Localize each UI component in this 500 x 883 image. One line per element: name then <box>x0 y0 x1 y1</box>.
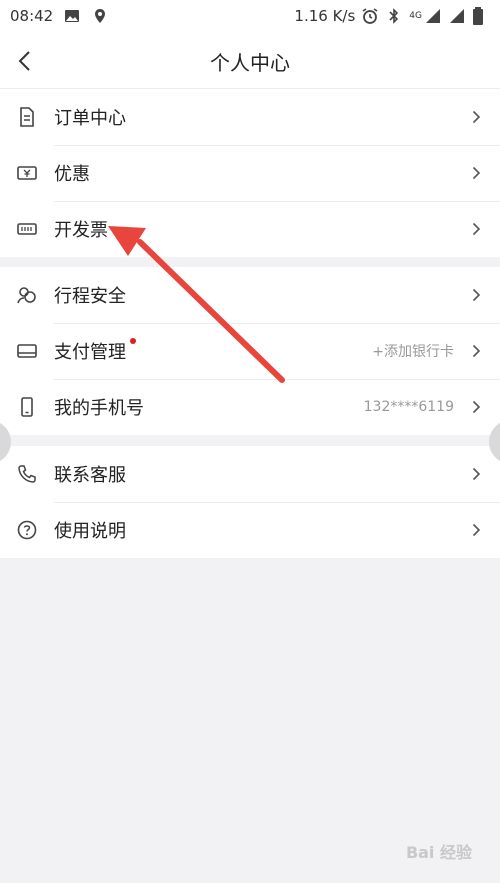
watermark: Bai 经验 <box>405 843 472 862</box>
annotation-arrow <box>108 226 285 383</box>
